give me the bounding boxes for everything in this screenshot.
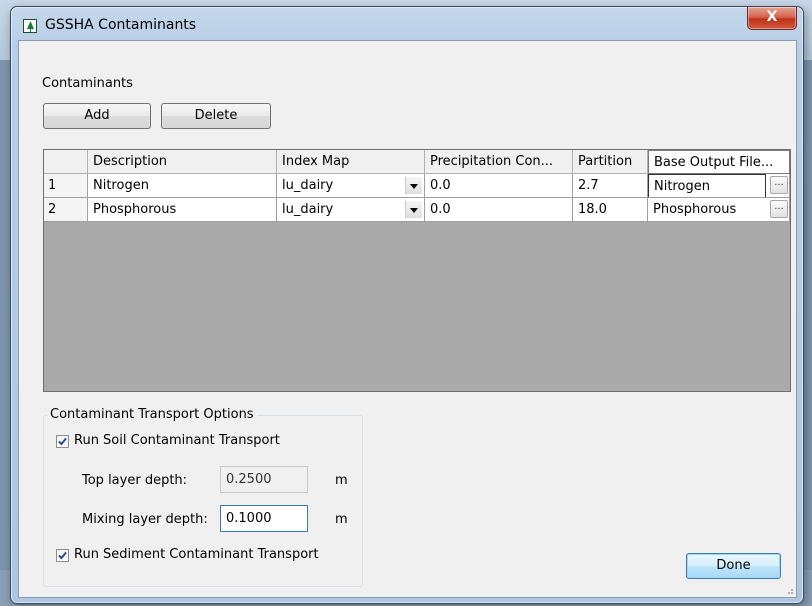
mixing-depth-field[interactable]: 0.1000 — [220, 505, 308, 532]
close-icon: X — [766, 9, 778, 25]
soil-transport-checkbox[interactable] — [56, 435, 69, 448]
mixing-depth-label: Mixing layer depth: — [82, 512, 208, 527]
checkmark-icon — [58, 551, 67, 560]
checkmark-icon — [58, 437, 67, 446]
index-map-value: lu_dairy — [282, 202, 334, 217]
dialog-client-area: Contaminants Add Delete Description Inde… — [18, 40, 797, 598]
sediment-transport-label[interactable]: Run Sediment Contaminant Transport — [74, 547, 319, 562]
index-map-value: lu_dairy — [282, 178, 334, 193]
column-header-description[interactable]: Description — [88, 150, 277, 174]
resize-grip-icon[interactable] — [784, 585, 794, 595]
base-output-value: Phosphorous — [653, 202, 737, 217]
top-depth-label: Top layer depth: — [82, 473, 188, 488]
top-depth-field: 0.2500 — [220, 466, 308, 493]
browse-ellipsis-button[interactable]: ... — [770, 176, 788, 194]
add-button[interactable]: Add — [43, 103, 151, 129]
partition-cell[interactable]: 2.7 — [573, 174, 648, 198]
base-output-cell[interactable]: Nitrogen ... — [648, 174, 790, 198]
contaminants-table[interactable]: Description Index Map Precipitation Con.… — [43, 149, 791, 392]
top-depth-unit: m — [335, 473, 348, 488]
tree-icon — [23, 19, 37, 33]
dialog-window: GSSHA Contaminants X Contaminants Add De… — [10, 6, 804, 604]
dropdown-arrow-icon[interactable] — [405, 201, 422, 218]
sediment-transport-checkbox[interactable] — [56, 549, 69, 562]
column-header-precipitation[interactable]: Precipitation Con... — [425, 150, 573, 174]
close-button[interactable]: X — [747, 7, 797, 30]
index-map-cell[interactable]: lu_dairy — [277, 174, 425, 198]
contaminants-label: Contaminants — [42, 76, 133, 91]
done-button[interactable]: Done — [686, 553, 781, 579]
header-corner — [44, 150, 88, 174]
soil-transport-label[interactable]: Run Soil Contaminant Transport — [74, 433, 280, 448]
description-cell[interactable]: Nitrogen — [88, 174, 277, 198]
browse-ellipsis-button[interactable]: ... — [770, 200, 788, 218]
column-header-index-map[interactable]: Index Map — [277, 150, 425, 174]
column-header-partition[interactable]: Partition — [573, 150, 648, 174]
base-output-editor[interactable]: Nitrogen — [648, 174, 766, 197]
index-map-cell[interactable]: lu_dairy — [277, 198, 425, 222]
precipitation-cell[interactable]: 0.0 — [425, 198, 573, 222]
description-cell[interactable]: Phosphorous — [88, 198, 277, 222]
transport-options-title: Contaminant Transport Options — [47, 407, 257, 422]
base-output-cell[interactable]: Phosphorous ... — [648, 198, 790, 222]
dropdown-arrow-icon[interactable] — [405, 177, 422, 194]
window-title: GSSHA Contaminants — [45, 17, 197, 33]
title-bar[interactable]: GSSHA Contaminants X — [11, 7, 803, 41]
column-header-base-output[interactable]: Base Output File... — [648, 150, 790, 174]
delete-button[interactable]: Delete — [161, 103, 271, 129]
precipitation-cell[interactable]: 0.0 — [425, 174, 573, 198]
row-number: 1 — [44, 174, 88, 198]
mixing-depth-unit: m — [335, 512, 348, 527]
row-number: 2 — [44, 198, 88, 222]
partition-cell[interactable]: 18.0 — [573, 198, 648, 222]
